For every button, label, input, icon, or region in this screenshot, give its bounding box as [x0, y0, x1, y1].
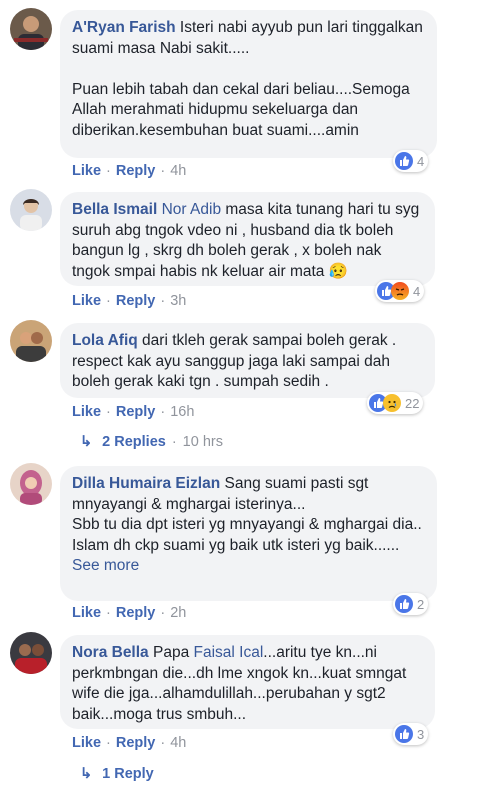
comment-bubble: A'Ryan Farish Isteri nabi ayyub pun lari…	[60, 10, 437, 158]
comment-timestamp[interactable]: 4h	[170, 735, 186, 751]
like-link[interactable]: Like	[72, 735, 101, 751]
reaction-summary[interactable]: 3	[393, 723, 429, 745]
like-link[interactable]: Like	[72, 404, 101, 420]
comment-timestamp[interactable]: 3h	[170, 293, 186, 309]
comment-actions: Like · Reply · 4h	[72, 735, 187, 751]
avatar[interactable]	[10, 189, 52, 231]
reaction-count: 2	[417, 596, 425, 612]
like-link[interactable]: Like	[72, 293, 101, 309]
like-icon	[395, 152, 413, 170]
reply-arrow-icon: ↳	[80, 434, 93, 450]
avatar[interactable]	[10, 8, 52, 50]
reaction-count: 3	[417, 726, 425, 742]
replies-timestamp: 10 hrs	[182, 434, 223, 450]
like-icon	[395, 725, 413, 743]
reaction-summary[interactable]: 2	[393, 593, 429, 615]
reaction-summary[interactable]: 4	[375, 280, 425, 302]
mention-link[interactable]: Nor Adib	[162, 201, 221, 218]
comment-bubble: Bella Ismail Nor Adib masa kita tunang h…	[60, 192, 435, 286]
sad-icon	[383, 394, 401, 412]
like-link[interactable]: Like	[72, 605, 101, 621]
comment-actions: Like · Reply · 3h	[72, 293, 187, 309]
comment-actions: Like · Reply · 16h	[72, 404, 195, 420]
comment-timestamp[interactable]: 16h	[170, 404, 194, 420]
comment-actions: Like · Reply · 2h	[72, 605, 187, 621]
reaction-count: 4	[413, 283, 421, 299]
comment-bubble: Dilla Humaira Eizlan Sang suami pasti sg…	[60, 466, 437, 601]
view-replies-link[interactable]: ↳ 2 Replies · 10 hrs	[80, 434, 223, 450]
comment-prefix: Papa	[152, 644, 190, 661]
like-icon	[395, 595, 413, 613]
comment-actions: Like · Reply · 4h	[72, 163, 187, 179]
reply-link[interactable]: Reply	[116, 404, 156, 420]
reply-arrow-icon: ↳	[80, 766, 93, 782]
comment-author[interactable]: Dilla Humaira Eizlan	[72, 475, 220, 492]
like-link[interactable]: Like	[72, 163, 101, 179]
crying-emoji: 😥	[328, 262, 349, 280]
replies-count-label[interactable]: 2 Replies	[102, 434, 166, 450]
comment-bubble: Nora Bella Papa Faisal Ical...aritu tye …	[60, 635, 435, 729]
comment-author[interactable]: A'Ryan Farish	[72, 19, 176, 36]
reaction-summary[interactable]: 22	[367, 392, 424, 414]
reaction-summary[interactable]: 4	[393, 150, 429, 172]
reply-link[interactable]: Reply	[116, 293, 156, 309]
comment-author[interactable]: Bella Ismail	[72, 201, 157, 218]
comment-author[interactable]: Nora Bella	[72, 644, 149, 661]
comment-timestamp[interactable]: 2h	[170, 605, 186, 621]
view-replies-link[interactable]: ↳ 1 Reply	[80, 766, 154, 782]
replies-count-label[interactable]: 1 Reply	[102, 766, 154, 782]
comment-timestamp[interactable]: 4h	[170, 163, 186, 179]
see-more-link[interactable]: See more	[72, 557, 139, 574]
avatar[interactable]	[10, 463, 52, 505]
avatar[interactable]	[10, 320, 52, 362]
comment-author[interactable]: Lola Afiq	[72, 332, 138, 349]
avatar[interactable]	[10, 632, 52, 674]
reply-link[interactable]: Reply	[116, 163, 156, 179]
reaction-count: 22	[405, 395, 420, 411]
comment-bubble: Lola Afiq dari tkleh gerak sampai boleh …	[60, 323, 435, 398]
reaction-count: 4	[417, 153, 425, 169]
reply-link[interactable]: Reply	[116, 735, 156, 751]
reply-link[interactable]: Reply	[116, 605, 156, 621]
comment-text: Isteri nabi ayyub pun lari tinggalkan su…	[72, 19, 423, 139]
mention-link[interactable]: Faisal Ical	[194, 644, 264, 661]
angry-icon	[391, 282, 409, 300]
